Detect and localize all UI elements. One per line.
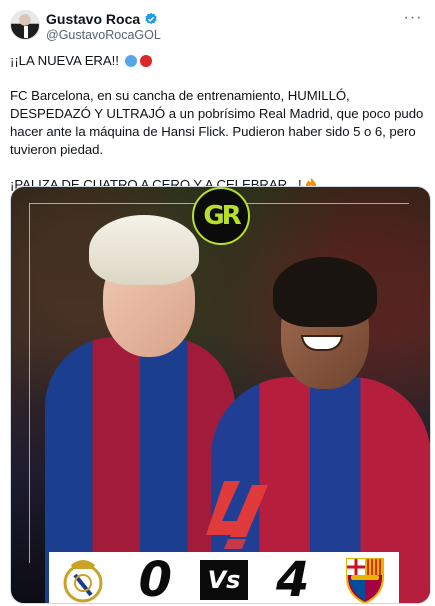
gr-logo: GR <box>192 187 250 245</box>
verified-badge-icon <box>145 12 157 25</box>
real-madrid-crest-icon <box>55 554 111 603</box>
score-bar: 0 Vs 4 <box>49 552 399 604</box>
red-circle-emoji-icon <box>139 55 152 67</box>
blue-circle-emoji-icon <box>124 55 137 67</box>
away-score: 4 <box>276 552 310 604</box>
fc-barcelona-crest-icon <box>337 554 393 603</box>
avatar[interactable] <box>10 10 40 40</box>
tweet-paragraph-1: FC Barcelona, en su cancha de entrenamie… <box>10 88 424 157</box>
vs-label: Vs <box>199 560 249 600</box>
tweet-line-1: ¡¡LA NUEVA ERA!! <box>10 52 430 70</box>
home-score: 0 <box>138 552 172 604</box>
tweet-header: Gustavo Roca @GustavoRocaGOL ··· <box>10 8 425 44</box>
laliga-logo-icon <box>206 481 268 549</box>
author-name-row: Gustavo Roca <box>46 11 158 27</box>
frame-line-left <box>29 203 30 563</box>
more-horizontal-icon[interactable]: ··· <box>403 10 423 28</box>
tweet-media-image[interactable]: GR 0 Vs 4 <box>10 186 431 604</box>
tweet-text: ¡¡LA NUEVA ERA!! FC Barcelona, en su can… <box>10 52 430 194</box>
author-display-name[interactable]: Gustavo Roca <box>46 11 140 27</box>
tweet-headline: ¡¡LA NUEVA ERA!! <box>10 53 119 68</box>
player-left-hair <box>89 215 199 285</box>
player-right-hair <box>273 257 377 327</box>
author-handle[interactable]: @GustavoRocaGOL <box>46 28 161 42</box>
